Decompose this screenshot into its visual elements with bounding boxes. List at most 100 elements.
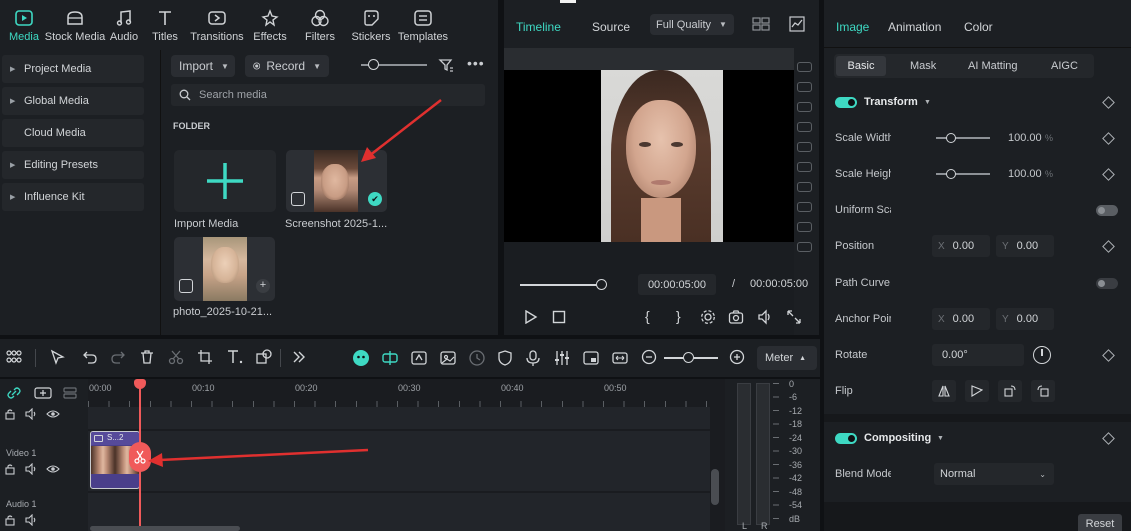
add-track-icon[interactable] — [34, 387, 52, 399]
nav-titles[interactable]: Titles — [142, 0, 188, 50]
nav-filters[interactable]: Filters — [294, 0, 346, 50]
transform-toggle[interactable] — [835, 96, 857, 108]
rotate-right-icon[interactable] — [998, 380, 1022, 402]
undo-icon[interactable] — [82, 349, 98, 365]
expand-tools-icon[interactable] — [291, 349, 307, 365]
keyframe-icon[interactable] — [1102, 95, 1115, 109]
scale-height-knob[interactable] — [946, 169, 956, 179]
stabilize-icon[interactable] — [410, 349, 428, 367]
tab-color[interactable]: Color — [964, 20, 993, 34]
ai-face-icon[interactable] — [352, 349, 370, 367]
path-curve-toggle[interactable] — [1096, 277, 1118, 289]
playback-progress[interactable] — [520, 284, 600, 286]
tab-animation[interactable]: Animation — [888, 20, 941, 34]
sidebar-item-editing-presets[interactable]: ▶ Editing Presets — [2, 151, 144, 179]
transform-section-header[interactable]: Transform ▼ — [824, 87, 1131, 117]
microphone-icon[interactable] — [525, 349, 541, 367]
speaker-icon[interactable] — [25, 463, 37, 475]
shape-tool-icon[interactable] — [255, 349, 273, 365]
picture-in-picture-icon[interactable] — [582, 349, 600, 367]
flip-vertical-icon[interactable] — [965, 380, 989, 402]
zoom-knob[interactable] — [683, 352, 694, 363]
playback-knob[interactable] — [596, 279, 607, 290]
zoom-in-icon[interactable] — [729, 349, 745, 365]
lock-icon[interactable] — [4, 514, 16, 526]
grid-view-icon[interactable] — [752, 17, 770, 31]
subtab-ai-matting[interactable]: AI Matting — [968, 60, 1018, 72]
uniform-scale-toggle[interactable] — [1096, 204, 1118, 216]
quality-dropdown[interactable]: Full Quality ▼ — [650, 14, 734, 35]
crop-icon[interactable] — [197, 349, 213, 365]
split-scissors-icon[interactable] — [168, 349, 184, 365]
auto-split-icon[interactable] — [381, 349, 399, 367]
import-media-tile[interactable] — [174, 150, 276, 212]
keyframe-icon[interactable] — [1102, 239, 1115, 253]
position-x-field[interactable]: X 0.00 — [932, 235, 990, 257]
track-manager-icon[interactable] — [62, 386, 78, 400]
mark-in-button[interactable]: { — [645, 308, 650, 324]
scale-width-slider[interactable] — [936, 137, 990, 139]
speed-icon[interactable] — [468, 349, 486, 367]
mark-out-button[interactable]: } — [676, 308, 681, 324]
record-dropdown[interactable]: Record ▼ — [245, 55, 329, 77]
reset-button[interactable]: Reset — [1078, 514, 1122, 531]
media-item-photo[interactable]: + — [174, 237, 275, 301]
filter-icon[interactable] — [438, 57, 454, 73]
compositing-section-header[interactable]: Compositing ▼ — [824, 423, 1131, 453]
nav-media[interactable]: Media — [4, 0, 44, 50]
rotate-left-icon[interactable] — [1031, 380, 1055, 402]
scale-height-value[interactable]: 100.00 — [1008, 168, 1042, 180]
zoom-out-icon[interactable] — [641, 349, 657, 365]
redo-icon[interactable] — [110, 349, 126, 365]
lock-icon[interactable] — [4, 408, 16, 420]
rotate-dial-icon[interactable] — [1033, 346, 1051, 364]
lock-icon[interactable] — [4, 463, 16, 475]
time-ruler[interactable]: 00:00 00:10 00:20 00:30 00:40 00:50 — [88, 379, 710, 407]
eye-icon[interactable] — [46, 408, 60, 420]
scale-width-knob[interactable] — [946, 133, 956, 143]
keyframe-icon[interactable] — [1102, 431, 1115, 445]
rotate-field[interactable]: 0.00° — [932, 344, 1024, 366]
speaker-icon[interactable] — [25, 408, 37, 420]
scale-height-slider[interactable] — [936, 173, 990, 175]
subtab-mask[interactable]: Mask — [910, 60, 936, 72]
tab-image[interactable]: Image — [836, 20, 869, 34]
scale-width-value[interactable]: 100.00 — [1008, 132, 1042, 144]
play-icon[interactable] — [524, 310, 538, 324]
flip-horizontal-icon[interactable] — [932, 380, 956, 402]
fit-width-icon[interactable] — [611, 349, 629, 367]
anchor-x-field[interactable]: X 0.00 — [932, 308, 990, 330]
nav-effects[interactable]: Effects — [246, 0, 294, 50]
thumb-size-knob[interactable] — [368, 59, 379, 70]
nav-transitions[interactable]: Transitions — [188, 0, 246, 50]
add-icon[interactable]: + — [256, 279, 270, 293]
subtab-basic[interactable]: Basic — [836, 56, 886, 76]
delete-icon[interactable] — [139, 349, 155, 365]
sidebar-item-cloud-media[interactable]: Cloud Media — [2, 119, 144, 147]
current-time[interactable]: 00:00:05:00 — [638, 274, 716, 295]
nav-stock-media[interactable]: Stock Media — [44, 0, 106, 50]
shield-icon[interactable] — [497, 349, 513, 367]
blend-mode-dropdown[interactable]: Normal ⌄ — [934, 463, 1054, 485]
audio-mixer-icon[interactable] — [553, 349, 571, 367]
volume-icon[interactable] — [757, 309, 773, 325]
stop-icon[interactable] — [552, 310, 566, 324]
meter-dropdown[interactable]: Meter ▲ — [757, 346, 817, 370]
image-edit-icon[interactable] — [439, 349, 457, 367]
keyframe-icon[interactable] — [1102, 131, 1115, 145]
more-icon[interactable]: ••• — [467, 55, 485, 71]
speaker-icon[interactable] — [25, 514, 37, 526]
snapshot-icon[interactable] — [728, 309, 744, 325]
settings-icon[interactable] — [700, 309, 716, 325]
position-y-field[interactable]: Y 0.00 — [996, 235, 1054, 257]
fullscreen-icon[interactable] — [786, 309, 802, 325]
horizontal-scrollbar[interactable] — [90, 526, 240, 531]
import-dropdown[interactable]: Import ▼ — [171, 55, 235, 77]
link-icon[interactable] — [6, 386, 22, 400]
compositing-toggle[interactable] — [835, 432, 857, 444]
eye-icon[interactable] — [46, 463, 60, 475]
select-tool-icon[interactable] — [50, 349, 66, 365]
keyframe-icon[interactable] — [1102, 348, 1115, 362]
subtab-aigc[interactable]: AIGC — [1051, 60, 1078, 72]
sidebar-item-global-media[interactable]: ▶ Global Media — [2, 87, 144, 115]
